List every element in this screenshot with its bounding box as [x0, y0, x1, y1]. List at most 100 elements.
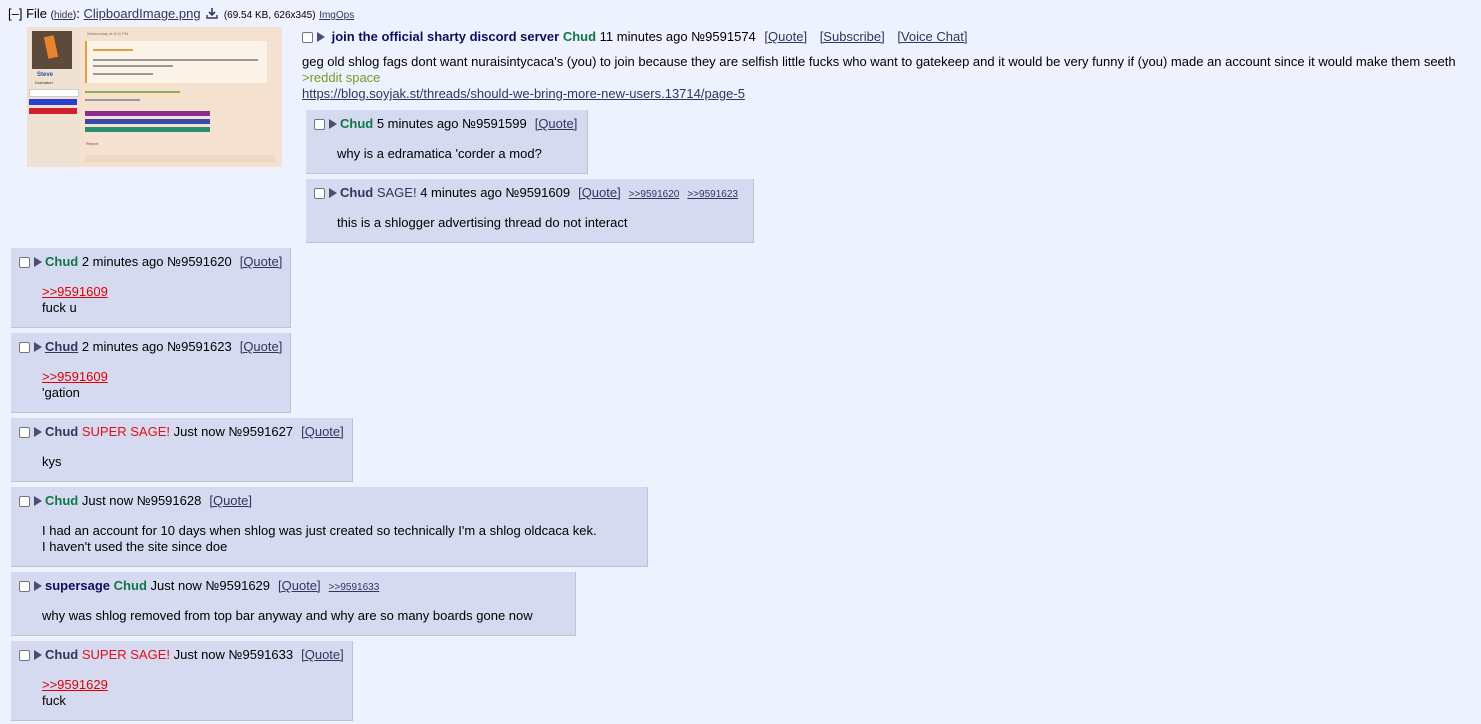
post-menu-icon[interactable]	[317, 32, 325, 42]
post-body: kys	[42, 454, 62, 470]
post-name[interactable]: Chud	[45, 339, 78, 354]
quote-link[interactable]: [Quote]	[535, 116, 578, 131]
thumb-user-title: Dramaturt	[35, 80, 53, 85]
post-header: Chud SUPER SAGE! Just now №9591627 [Quote…	[19, 423, 344, 441]
quote-link[interactable]: [Quote]	[301, 424, 344, 439]
reply-quotelink[interactable]: >>9591609	[42, 369, 108, 385]
post-header: Chud 5 minutes ago №9591599 [Quote]	[314, 115, 577, 133]
backlink[interactable]: >>9591633	[329, 582, 380, 593]
post-number[interactable]: №9591633	[229, 647, 294, 662]
post-name: Chud	[45, 254, 79, 269]
thumb-footer	[85, 155, 275, 162]
post-checkbox[interactable]	[19, 581, 30, 592]
post-body: >>9591609 fuck u	[42, 284, 108, 316]
reply-post: Chud 2 minutes ago №9591620 [Quote] >>9591…	[11, 248, 291, 328]
imgops-link[interactable]: ImgOps	[319, 10, 354, 21]
post-time: Just now	[150, 578, 202, 593]
post-text-line: why is a edramatica 'corder a mod?	[337, 146, 542, 161]
reply-quotelink[interactable]: >>9591629	[42, 677, 108, 693]
post-time: Just now	[173, 647, 225, 662]
post-checkbox[interactable]	[19, 650, 30, 661]
post-number[interactable]: №9591609	[506, 185, 571, 200]
post-text-line: 'gation	[42, 385, 80, 400]
filename-link[interactable]: ClipboardImage.png	[84, 6, 201, 21]
post-text-line: kys	[42, 454, 62, 469]
post-text-line: I haven't used the site since doe	[42, 539, 228, 554]
backlink[interactable]: >>9591623	[687, 189, 738, 200]
op-greentext: >reddit space	[302, 70, 381, 85]
thumb-quote-box	[85, 41, 267, 83]
post-time: 2 minutes ago	[81, 254, 164, 269]
post-name: Chud	[113, 578, 147, 593]
sage-tag: SUPER SAGE!	[81, 424, 170, 439]
post-menu-icon[interactable]	[329, 119, 337, 129]
post-body: this is a shlogger advertising thread do…	[337, 215, 628, 231]
post-checkbox[interactable]	[19, 496, 30, 507]
collapse-toggle[interactable]: [–]	[8, 6, 22, 21]
post-text-line: fuck u	[42, 300, 77, 315]
post-body: why is a edramatica 'corder a mod?	[337, 146, 542, 162]
post-menu-icon[interactable]	[34, 427, 42, 437]
quote-link[interactable]: [Quote]	[301, 647, 344, 662]
post-body: why was shlog removed from top bar anywa…	[42, 608, 533, 624]
quote-link[interactable]: [Quote]	[209, 493, 252, 508]
post-checkbox[interactable]	[19, 427, 30, 438]
post-body: >>9591629 fuck	[42, 677, 108, 709]
file-label: File	[26, 6, 48, 21]
backlink[interactable]: >>9591620	[629, 189, 680, 200]
post-number[interactable]: №9591629	[205, 578, 270, 593]
post-number[interactable]: №9591628	[137, 493, 202, 508]
download-icon[interactable]	[206, 7, 218, 19]
post-checkbox[interactable]	[19, 257, 30, 268]
reply-post: Chud Just now №9591628 [Quote] I had an ac…	[11, 487, 648, 567]
post-time: 5 minutes ago	[376, 116, 459, 131]
post-header: Chud SAGE! 4 minutes ago №9591609 [Quote]…	[314, 184, 738, 202]
post-number[interactable]: №9591599	[462, 116, 527, 131]
op-voice-chat-link[interactable]: [Voice Chat]	[897, 29, 967, 44]
hide-link[interactable]: hide	[54, 10, 73, 21]
thread-image-thumbnail[interactable]: Steve Dramaturt Wednesday at 8:11 PM Rep…	[27, 27, 282, 167]
post-menu-icon[interactable]	[34, 581, 42, 591]
reply-post: Chud SAGE! 4 minutes ago №9591609 [Quote]…	[306, 179, 754, 243]
post-number[interactable]: №9591627	[229, 424, 294, 439]
post-number[interactable]: №9591620	[167, 254, 232, 269]
file-info: [–] File (hide): ClipboardImage.png (69.…	[8, 6, 355, 21]
post-menu-icon[interactable]	[329, 188, 337, 198]
post-name: Chud	[340, 185, 374, 200]
post-menu-icon[interactable]	[34, 650, 42, 660]
op-name: Chud	[562, 29, 597, 44]
op-number[interactable]: №9591574	[691, 29, 756, 44]
quote-link[interactable]: [Quote]	[240, 339, 283, 354]
post-header: Chud Just now №9591628 [Quote]	[19, 492, 252, 510]
quote-link[interactable]: [Quote]	[578, 185, 621, 200]
post-name: Chud	[340, 116, 374, 131]
post-checkbox[interactable]	[314, 119, 325, 130]
post-header: Chud 2 minutes ago №9591620 [Quote]	[19, 253, 282, 271]
post-text-line: this is a shlogger advertising thread do…	[337, 215, 628, 230]
op-external-link[interactable]: https://blog.soyjak.st/threads/should-we…	[302, 86, 745, 101]
post-checkbox[interactable]	[314, 188, 325, 199]
post-number[interactable]: №9591623	[167, 339, 232, 354]
op-checkbox[interactable]	[302, 32, 313, 43]
post-time: Just now	[81, 493, 134, 508]
post-menu-icon[interactable]	[34, 342, 42, 352]
op-quote-link[interactable]: [Quote]	[764, 29, 807, 44]
thumb-avatar	[32, 31, 72, 69]
post-menu-icon[interactable]	[34, 496, 42, 506]
op-subject: join the official sharty discord server	[331, 29, 560, 44]
op-subscribe-link[interactable]: [Subscribe]	[820, 29, 885, 44]
reply-quotelink[interactable]: >>9591609	[42, 284, 108, 300]
post-body: I had an account for 10 days when shlog …	[42, 523, 597, 555]
post-body: >>9591609'gation	[42, 369, 108, 401]
thumb-sidebar: Steve Dramaturt	[27, 27, 79, 167]
quote-link[interactable]: [Quote]	[278, 578, 321, 593]
reply-post: Chud 2 minutes ago №9591623 [Quote] >>9591…	[11, 333, 291, 413]
quote-link[interactable]: [Quote]	[240, 254, 283, 269]
post-header: Chud 2 minutes ago №9591623 [Quote]	[19, 338, 282, 356]
post-checkbox[interactable]	[19, 342, 30, 353]
post-header: Chud SUPER SAGE! Just now №9591633 [Quote…	[19, 646, 344, 664]
post-text-line: I had an account for 10 days when shlog …	[42, 523, 597, 538]
op-body: geg old shlog fags dont want nuraisintyc…	[302, 54, 1456, 102]
post-menu-icon[interactable]	[34, 257, 42, 267]
thumb-report: Report	[86, 141, 99, 146]
